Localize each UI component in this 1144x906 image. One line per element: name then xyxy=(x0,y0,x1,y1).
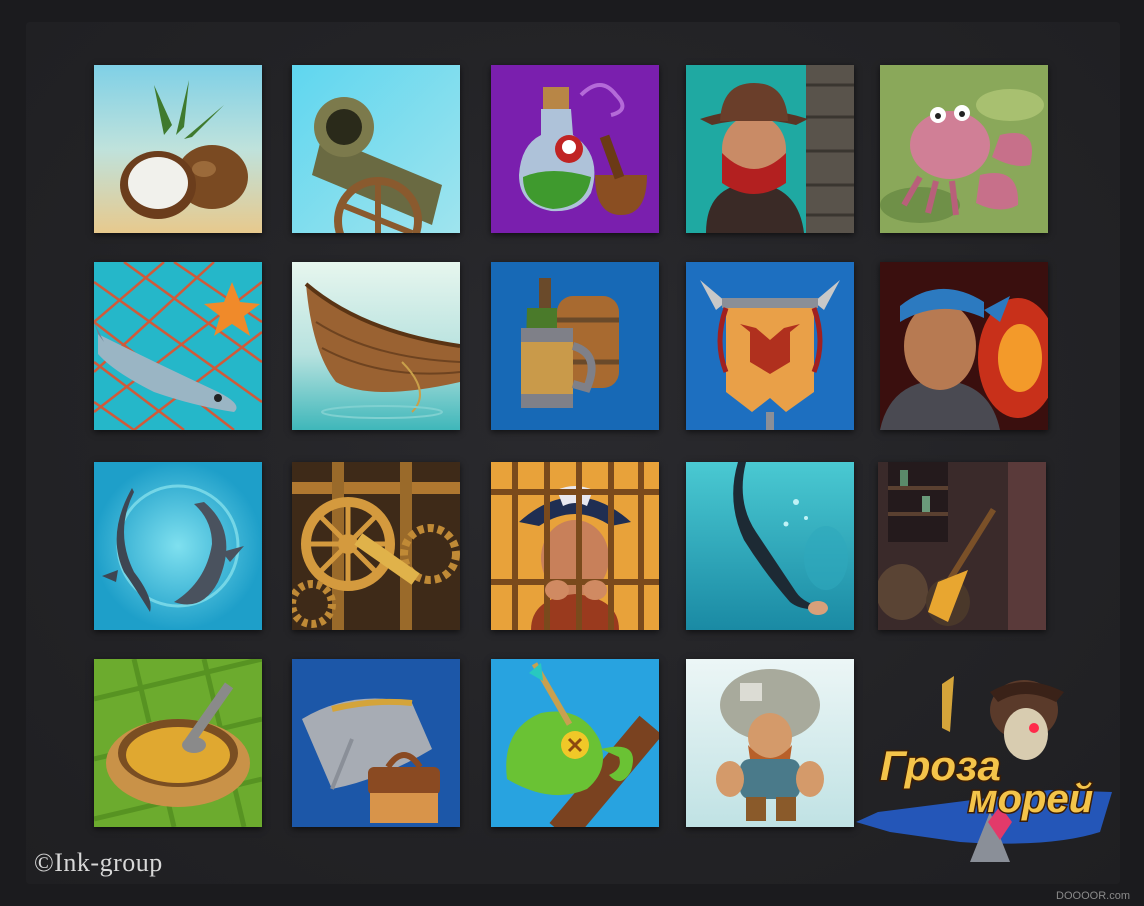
coconut-icon[interactable] xyxy=(94,65,262,233)
logo-line-2: морей xyxy=(968,777,1093,821)
wooden-boat-icon[interactable] xyxy=(292,262,460,430)
soup-bowl-icon[interactable] xyxy=(94,659,262,827)
bull-banner-icon[interactable] xyxy=(686,262,854,430)
porter-carrying-sack-icon[interactable] xyxy=(686,659,854,827)
masked-bandit-icon[interactable] xyxy=(686,65,854,233)
cannon-icon[interactable] xyxy=(292,65,460,233)
crab-icon[interactable] xyxy=(880,65,1048,233)
sailor-bandana-icon[interactable] xyxy=(880,262,1048,430)
armor-brush-icon[interactable] xyxy=(292,659,460,827)
game-logo: Гроза морей xyxy=(850,672,1120,862)
poison-potion-icon[interactable] xyxy=(491,65,659,233)
caged-captain-icon[interactable] xyxy=(491,462,659,630)
chameleon-arrow-icon[interactable] xyxy=(491,659,659,827)
gear-mechanism-icon[interactable] xyxy=(292,462,460,630)
copyright-credit: ©Ink-group xyxy=(34,848,163,877)
rum-bottle-mug-icon[interactable] xyxy=(491,262,659,430)
site-watermark: DOOOOR.com xyxy=(1056,890,1130,902)
broom-barrels-icon[interactable] xyxy=(878,462,1046,630)
sharks-icon[interactable] xyxy=(94,462,262,630)
fish-net-starfish-icon[interactable] xyxy=(94,262,262,430)
diver-icon[interactable] xyxy=(686,462,854,630)
